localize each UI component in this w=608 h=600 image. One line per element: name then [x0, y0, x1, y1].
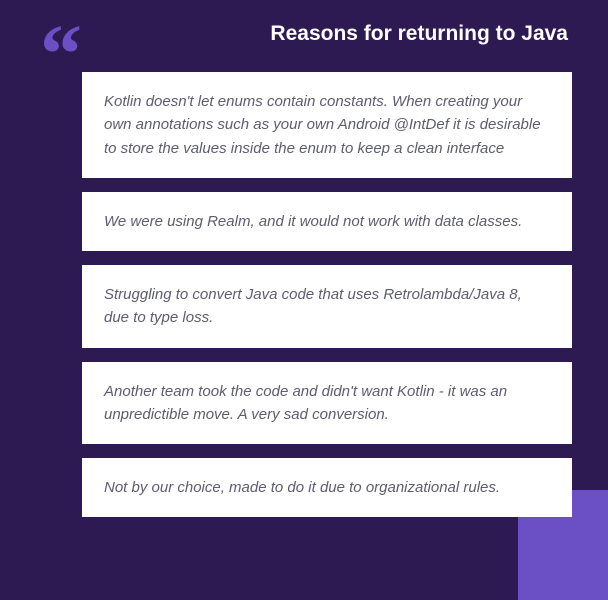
- quote-text: Another team took the code and didn't wa…: [104, 380, 550, 427]
- list-item: Another team took the code and didn't wa…: [82, 362, 572, 445]
- quote-text: Kotlin doesn't let enums contain constan…: [104, 90, 550, 160]
- quote-text: Not by our choice, made to do it due to …: [104, 476, 550, 499]
- quote-text: Struggling to convert Java code that use…: [104, 283, 550, 330]
- list-item: Struggling to convert Java code that use…: [82, 265, 572, 348]
- quote-list: Kotlin doesn't let enums contain constan…: [0, 72, 608, 517]
- list-item: Kotlin doesn't let enums contain constan…: [82, 72, 572, 178]
- list-item: We were using Realm, and it would not wo…: [82, 192, 572, 251]
- page-title: Reasons for returning to Java: [0, 0, 608, 46]
- quote-text: We were using Realm, and it would not wo…: [104, 210, 550, 233]
- list-item: Not by our choice, made to do it due to …: [82, 458, 572, 517]
